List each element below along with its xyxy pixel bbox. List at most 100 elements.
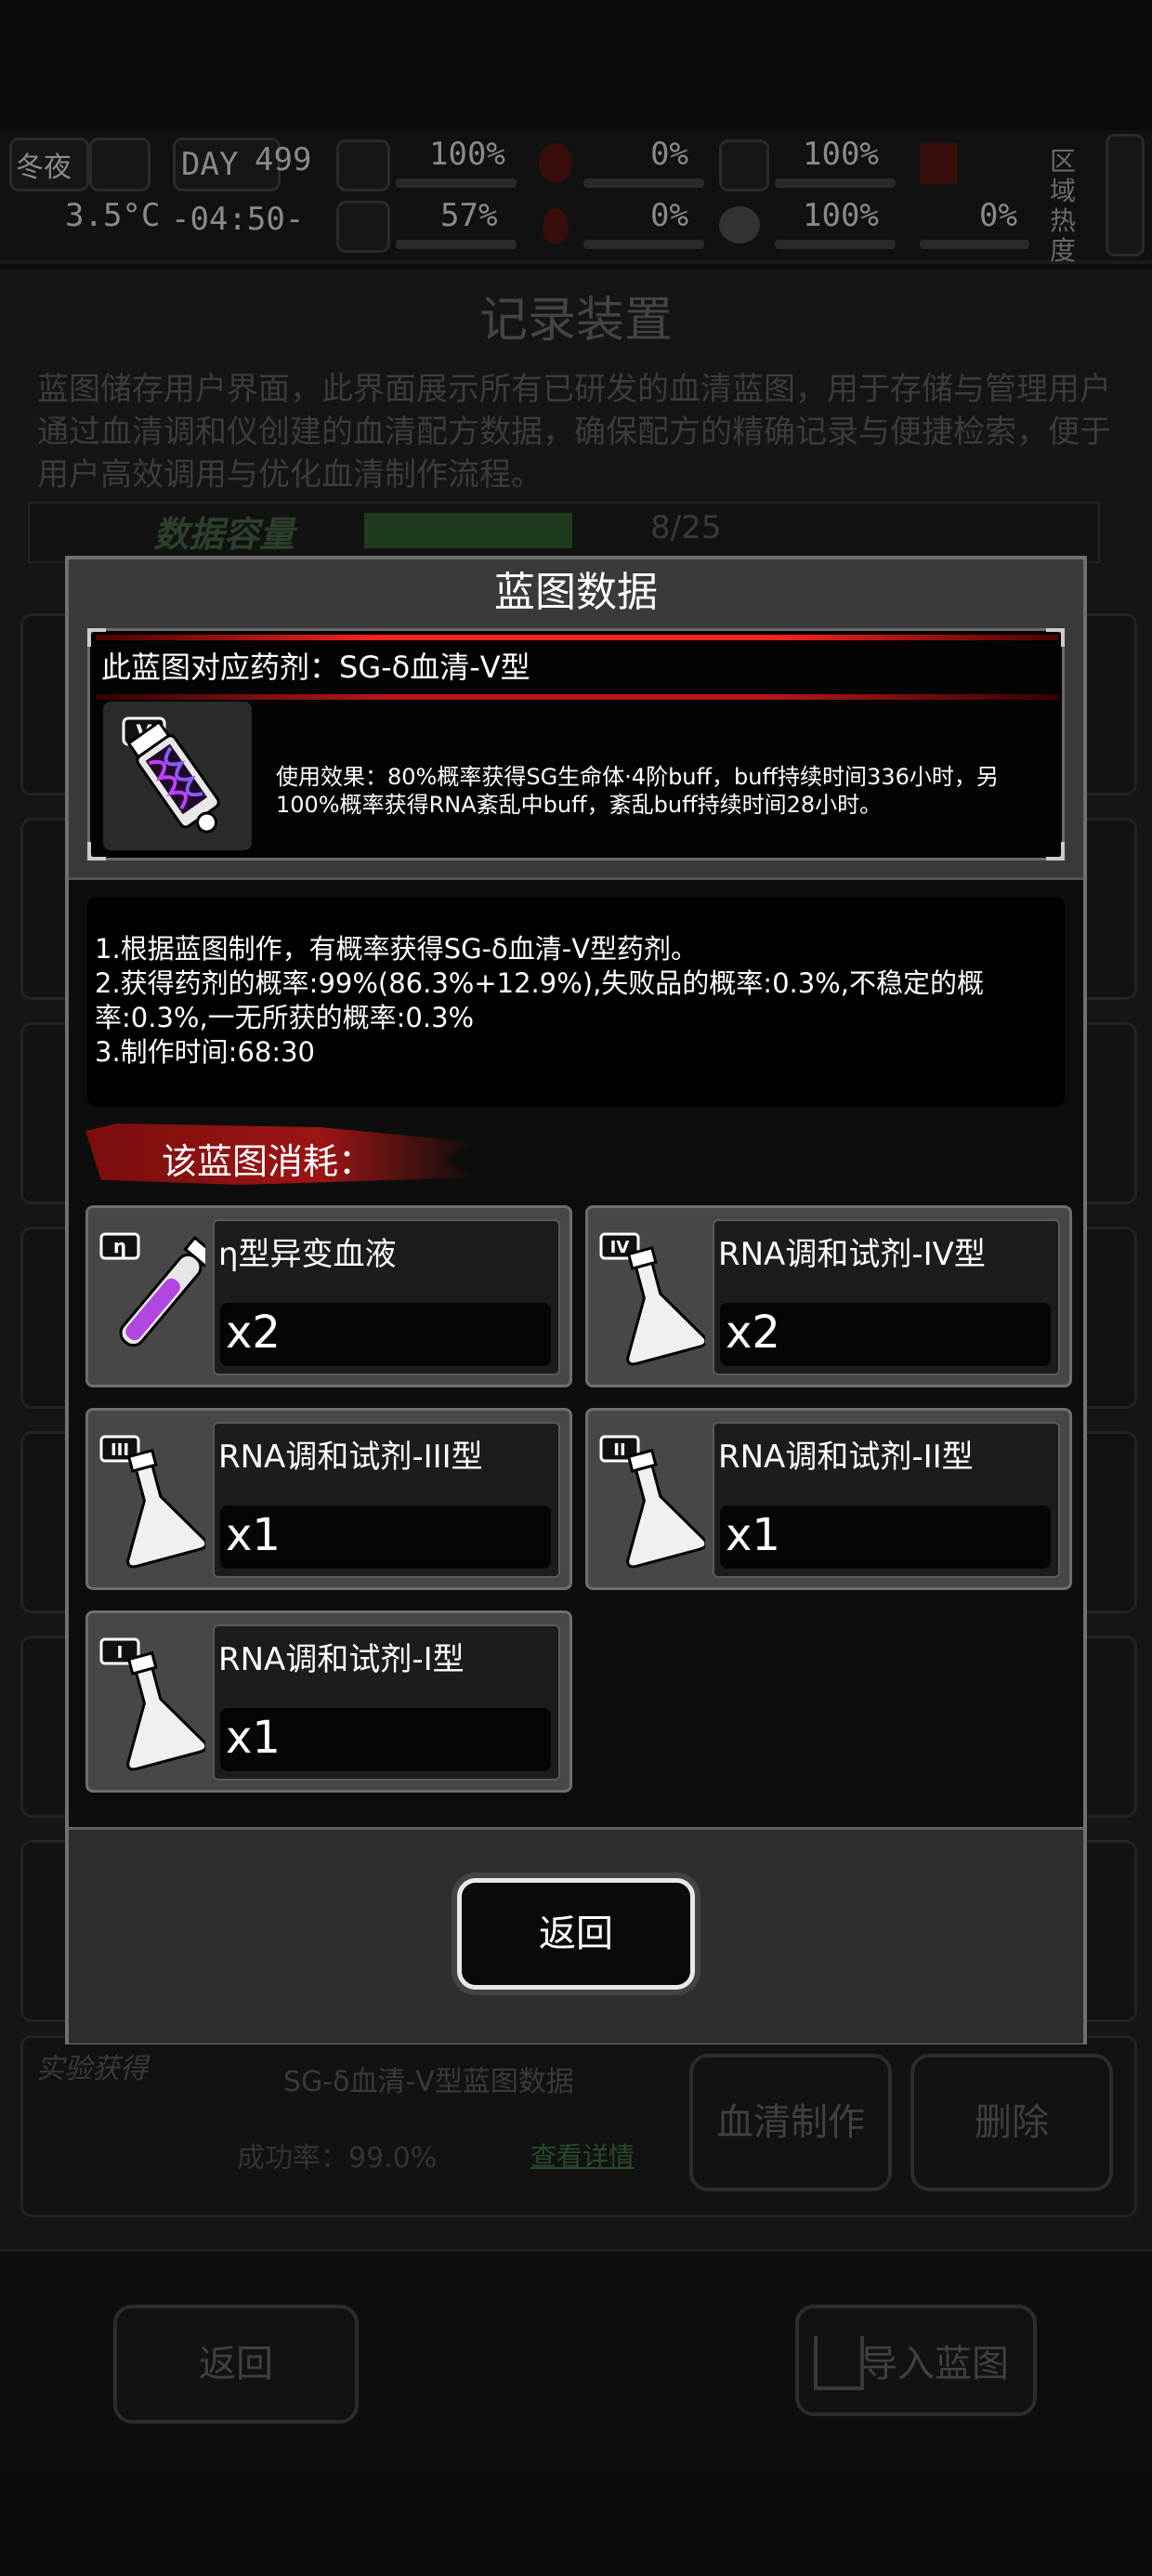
upload-icon: [814, 2336, 864, 2390]
day-number: 499: [255, 141, 312, 178]
hud-stat-1: 100%: [429, 136, 505, 173]
hud-bar-5: [583, 240, 704, 249]
hud-stat-7: 0%: [979, 197, 1017, 234]
temperature-readout: 3.5°C: [65, 197, 161, 234]
material-info: RNA调和试剂-IV型 x2: [713, 1219, 1060, 1375]
card-source-label: 实验获得: [36, 2053, 148, 2085]
material-badge: I: [117, 1643, 124, 1663]
hud-bar-3: [775, 178, 896, 188]
red-divider-bottom: [96, 694, 1058, 700]
serum-vial-icon: V: [122, 716, 220, 834]
material-badge: III: [111, 1440, 129, 1460]
material-slot[interactable]: I RNA调和试剂-I型 x1: [85, 1610, 572, 1793]
hud-bar-4: [396, 240, 517, 249]
material-name: RNA调和试剂-IV型: [718, 1236, 986, 1273]
material-quantity: x1: [226, 1509, 281, 1561]
brain-icon: [336, 201, 390, 253]
game-clock: -04:50-: [171, 201, 305, 238]
material-slot[interactable]: IV RNA调和试剂-IV型 x2: [585, 1205, 1072, 1387]
material-name: RNA调和试剂-II型: [718, 1439, 974, 1476]
medkit-icon: [336, 139, 390, 191]
hud-bar-6: [775, 240, 896, 249]
potion-header: 此蓝图对应药剂：SG-δ血清-V型: [101, 650, 530, 685]
capacity-label: 数据容量: [153, 514, 295, 555]
material-info: RNA调和试剂-II型 x1: [713, 1422, 1060, 1578]
quantity-box: x1: [220, 1505, 551, 1569]
corner-mark: [1046, 628, 1065, 647]
day-label: DAY: [181, 146, 239, 183]
card-detail-link[interactable]: 查看详情: [530, 2136, 635, 2174]
back-button[interactable]: 返回: [457, 1878, 695, 1990]
delete-button[interactable]: 删除: [910, 2054, 1113, 2191]
card-blueprint-name: SG-δ血清-V型蓝图数据: [283, 2066, 574, 2098]
serum-item-slot: V: [103, 702, 252, 850]
flask-icon: II: [596, 1424, 708, 1572]
corner-mark: [1046, 842, 1065, 861]
card-success-rate: 成功率：99.0%: [237, 2142, 438, 2175]
potion-effect-text: 使用效果：80%概率获得SG生命体·4阶buff，buff持续时间336小时，另…: [276, 764, 999, 818]
material-info: RNA调和试剂-III型 x1: [213, 1422, 560, 1578]
dialog-footer: 返回: [69, 1827, 1083, 2044]
quantity-box: x2: [720, 1303, 1051, 1366]
corner-mark: [87, 842, 106, 861]
hud-stat-3: 100%: [803, 136, 879, 173]
material-name: RNA调和试剂-III型: [218, 1439, 483, 1476]
material-badge: IV: [610, 1238, 630, 1257]
material-badge: II: [613, 1440, 625, 1460]
capacity-fill: [364, 513, 572, 548]
dialog-title: 蓝图数据: [494, 569, 658, 616]
flask-icon: I: [96, 1626, 208, 1775]
hud-bar-2: [583, 178, 704, 188]
season-box: 冬夜: [9, 138, 89, 191]
craft-line-4: 3.制作时间:68:30: [95, 1036, 316, 1068]
heart-icon: [719, 206, 760, 243]
material-quantity: x2: [226, 1307, 281, 1359]
material-quantity: x1: [726, 1509, 780, 1561]
serum-make-button[interactable]: 血清制作: [689, 2054, 892, 2191]
hud-bar-7: [920, 240, 1029, 249]
flask-icon: III: [96, 1424, 208, 1572]
quantity-box: x1: [220, 1708, 551, 1771]
infection-icon: [920, 143, 957, 184]
material-name: η型异变血液: [218, 1236, 397, 1273]
blood-tube-icon: η: [96, 1221, 218, 1370]
potion-info-panel: 此蓝图对应药剂：SG-δ血清-V型 V 使用效果：80%概率获得SG生命体·4阶…: [87, 628, 1065, 861]
season-label: 冬夜: [16, 151, 72, 184]
bg-back-button[interactable]: 返回: [113, 2305, 359, 2424]
material-quantity: x1: [226, 1712, 281, 1764]
consume-title: 该蓝图消耗：: [162, 1141, 374, 1182]
quantity-box: x2: [220, 1303, 551, 1366]
craft-line-3: 率:0.3%,一无所获的概率:0.3%: [95, 1002, 475, 1033]
material-name: RNA调和试剂-I型: [218, 1641, 465, 1678]
material-info: η型异变血液 x2: [213, 1219, 560, 1375]
hud-stat-2: 0%: [650, 136, 688, 173]
record-device-description: 蓝图储存用户界面，此界面展示所有已研发的血清蓝图，用于存储与管理用户通过血清调和…: [37, 371, 1111, 493]
oxygen-icon: [719, 139, 769, 191]
status-hud: 冬夜 3.5°C DAY 499 -04:50- 100% 57% 0% 0% …: [0, 130, 1152, 266]
material-slot[interactable]: II RNA调和试剂-II型 x1: [585, 1408, 1072, 1590]
hud-stat-6: 100%: [803, 197, 879, 234]
craft-info-box: 1.根据蓝图制作，有概率获得SG-δ血清-V型药剂。 2.获得药剂的概率:99%…: [87, 897, 1065, 1107]
area-heat-label: 区域热度: [1050, 146, 1077, 266]
material-slot[interactable]: III RNA调和试剂-III型 x1: [85, 1408, 572, 1590]
material-info: RNA调和试剂-I型 x1: [213, 1624, 560, 1781]
red-divider-top: [96, 635, 1058, 640]
quantity-box: x1: [720, 1505, 1051, 1569]
flask-icon: IV: [596, 1221, 708, 1370]
material-slot[interactable]: η η型异变血液 x2: [85, 1205, 572, 1387]
material-badge: η: [113, 1235, 126, 1257]
capacity-value: 8/25: [650, 509, 722, 546]
area-heat-meter: [1106, 134, 1145, 256]
material-quantity: x2: [726, 1307, 780, 1359]
hud-stat-4: 57%: [440, 197, 498, 234]
blood-drop-icon: [543, 208, 569, 243]
import-blueprint-label: 导入蓝图: [860, 2343, 1009, 2385]
import-blueprint-button[interactable]: 导入蓝图: [795, 2305, 1037, 2416]
craft-line-2: 2.获得药剂的概率:99%(86.3%+12.9%),失败品的概率:0.3%,不…: [95, 967, 984, 999]
record-device-title: 记录装置: [478, 293, 673, 348]
blueprint-data-dialog: 蓝图数据 此蓝图对应药剂：SG-δ血清-V型 V 使用效果：80%概率获得SG生…: [65, 556, 1087, 2044]
craft-panel: 1.根据蓝图制作，有概率获得SG-δ血清-V型药剂。 2.获得药剂的概率:99%…: [69, 877, 1083, 1830]
corner-mark: [87, 628, 106, 647]
craft-line-1: 1.根据蓝图制作，有概率获得SG-δ血清-V型药剂。: [95, 933, 699, 965]
stomach-icon: [539, 143, 572, 182]
